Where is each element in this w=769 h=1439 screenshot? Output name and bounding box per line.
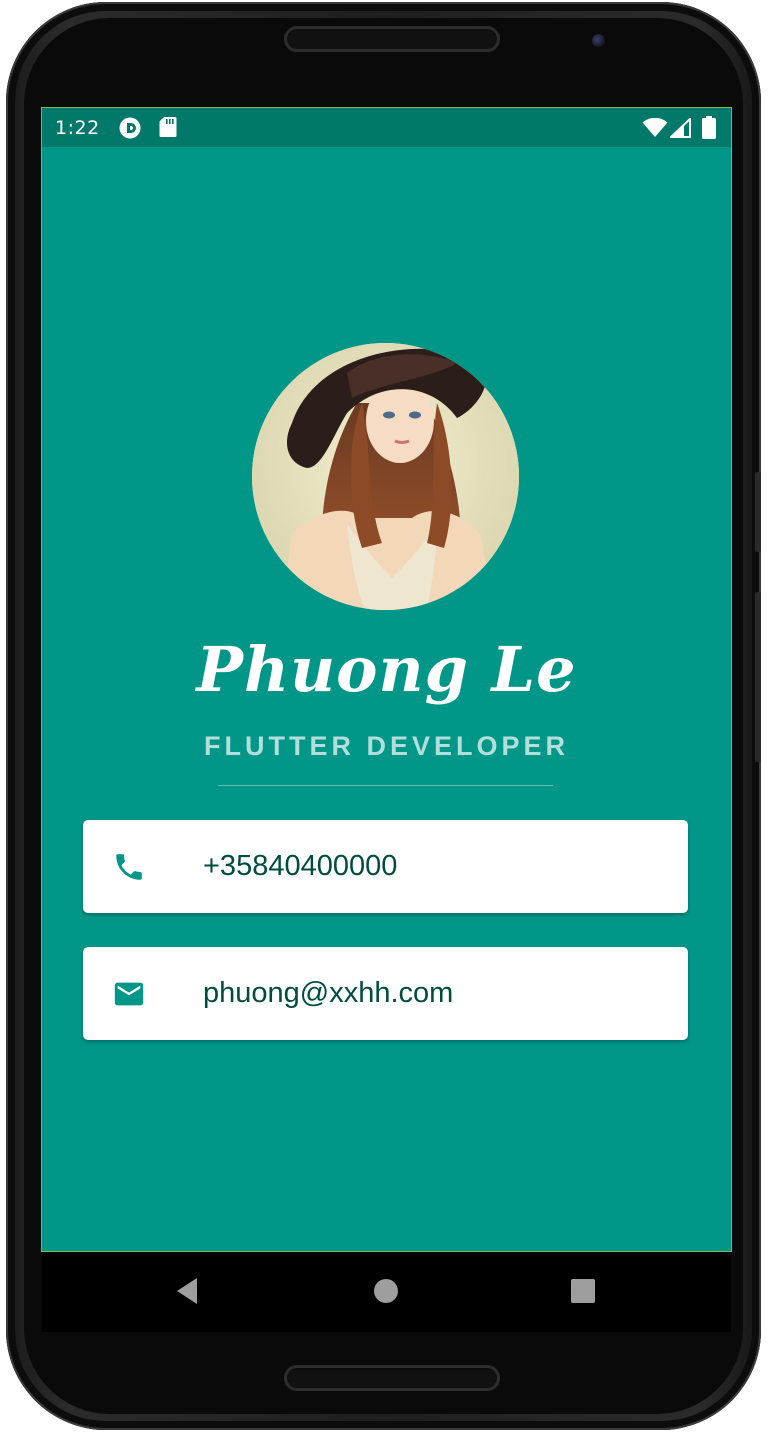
phone-icon xyxy=(116,854,142,880)
profile-avatar xyxy=(252,343,519,610)
status-bar: 1:22 xyxy=(42,108,731,147)
profile-name: Phuong Le xyxy=(196,633,577,706)
bottom-speaker xyxy=(284,1365,500,1391)
volume-button xyxy=(755,592,761,762)
app-notification-icon xyxy=(119,117,141,139)
top-speaker xyxy=(284,26,500,52)
profile-title: FLUTTER DEVELOPER xyxy=(203,731,569,761)
front-camera xyxy=(592,34,605,47)
battery-icon xyxy=(702,116,716,139)
email-address: phuong@xxhh.com xyxy=(203,977,454,1009)
power-button xyxy=(755,472,761,552)
sd-card-icon xyxy=(159,117,177,137)
home-icon[interactable] xyxy=(373,1276,399,1306)
navigation-bar xyxy=(42,1252,731,1332)
status-time: 1:22 xyxy=(55,117,100,139)
phone-card[interactable]: +35840400000 xyxy=(83,820,688,913)
back-icon[interactable] xyxy=(174,1276,200,1306)
wifi-icon xyxy=(642,118,668,137)
cell-signal-icon xyxy=(670,118,691,138)
avatar-illustration xyxy=(252,343,519,610)
divider xyxy=(218,785,553,786)
app-screen: 1:22 Phuong Le FLUTTER DEVELOPER +358404… xyxy=(41,107,732,1252)
recents-icon[interactable] xyxy=(570,1276,596,1306)
email-card[interactable]: phuong@xxhh.com xyxy=(83,947,688,1040)
phone-number: +35840400000 xyxy=(203,850,398,882)
email-icon xyxy=(114,982,144,1006)
